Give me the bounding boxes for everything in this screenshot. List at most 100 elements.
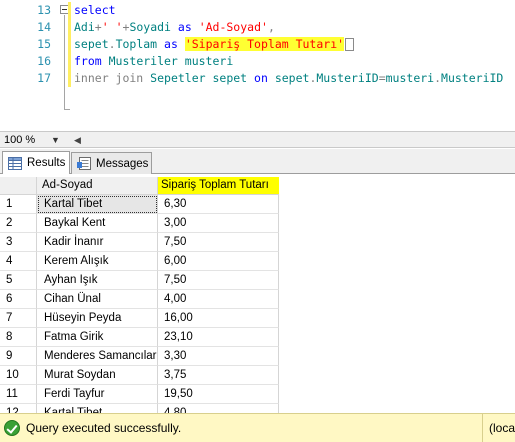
code-line[interactable]: sepet.Toplam as 'Sipariş Toplam Tutarı': [74, 36, 515, 53]
row-number-cell[interactable]: 5: [0, 271, 37, 290]
zoom-level[interactable]: 100 %: [4, 134, 35, 146]
ad-soyad-cell[interactable]: Menderes Samancılar: [37, 347, 158, 366]
table-row[interactable]: 5 Ayhan Işık 7,50: [0, 271, 279, 290]
siparis-toplam-cell[interactable]: 7,50: [158, 233, 279, 252]
code-token: as: [170, 20, 199, 34]
line-number: 17: [37, 71, 51, 85]
results-grid[interactable]: Ad-Soyad Sipariş Toplam Tutarı 1 Kartal T…: [0, 175, 515, 413]
code-token: MusteriID: [316, 71, 379, 85]
code-token: as: [157, 37, 185, 51]
siparis-toplam-cell[interactable]: 3,75: [158, 366, 279, 385]
row-number-cell[interactable]: 3: [0, 233, 37, 252]
ad-soyad-cell[interactable]: Kerem Alışık: [37, 252, 158, 271]
text-caret: [345, 38, 355, 51]
table-row[interactable]: 7 Hüseyin Peyda 16,00: [0, 309, 279, 328]
row-number-cell[interactable]: 11: [0, 385, 37, 404]
code-token: from: [74, 54, 109, 68]
row-number-cell[interactable]: 10: [0, 366, 37, 385]
tab-messages[interactable]: Messages: [71, 152, 152, 174]
siparis-toplam-cell[interactable]: 6,00: [158, 252, 279, 271]
row-number-cell[interactable]: 8: [0, 328, 37, 347]
siparis-toplam-cell[interactable]: 4,00: [158, 290, 279, 309]
code-token: ,: [267, 20, 275, 34]
grid-icon: [8, 156, 22, 170]
siparis-toplam-cell[interactable]: 19,50: [158, 385, 279, 404]
code-token: 'Ad-Soyad': [198, 20, 268, 34]
code-token: =: [378, 71, 386, 85]
results-tabbar: Results Messages: [0, 149, 515, 174]
siparis-toplam-cell[interactable]: 7,50: [158, 271, 279, 290]
ad-soyad-cell[interactable]: Cihan Ünal: [37, 290, 158, 309]
code-token: inner join: [74, 71, 151, 85]
code-token: +: [94, 20, 102, 34]
outline-guide-end: [64, 109, 70, 110]
row-number-cell[interactable]: 4: [0, 252, 37, 271]
code-token: Sepetler sepet: [150, 71, 255, 85]
line-number: 16: [37, 54, 51, 68]
table-row[interactable]: 11 Ferdi Tayfur 19,50: [0, 385, 279, 404]
table-row[interactable]: 3 Kadir İnanır 7,50: [0, 233, 279, 252]
code-token: 'Sipariş Toplam Tutarı': [184, 37, 345, 51]
status-bar: Query executed successfully. (loca: [0, 413, 515, 442]
ad-soyad-cell[interactable]: Ferdi Tayfur: [37, 385, 158, 404]
code-area[interactable]: select Adi+' '+Soyadi as 'Ad-Soyad', sepet…: [74, 2, 515, 87]
code-token: sepet: [274, 71, 310, 85]
ad-soyad-cell[interactable]: Kartal Tibet: [37, 404, 158, 413]
ad-soyad-cell[interactable]: Murat Soydan: [37, 366, 158, 385]
row-number-cell[interactable]: 9: [0, 347, 37, 366]
siparis-toplam-cell[interactable]: 4,80: [158, 404, 279, 413]
query-editor[interactable]: 13 14 15 16 17 select Adi+' '+Soyadi as 'Ad-S…: [0, 0, 515, 131]
code-line[interactable]: Adi+' '+Soyadi as 'Ad-Soyad',: [74, 19, 515, 36]
table-row[interactable]: 1 Kartal Tibet 6,30: [0, 195, 279, 214]
line-number: 14: [37, 20, 51, 34]
grid-header: Ad-Soyad Sipariş Toplam Tutarı: [0, 177, 279, 195]
siparis-toplam-cell[interactable]: 16,00: [158, 309, 279, 328]
table-row[interactable]: 12 Kartal Tibet 4,80: [0, 404, 279, 413]
table-row[interactable]: 10 Murat Soydan 3,75: [0, 366, 279, 385]
grid-corner-cell[interactable]: [0, 177, 37, 195]
table-row[interactable]: 2 Baykal Kent 3,00: [0, 214, 279, 233]
ad-soyad-cell[interactable]: Fatma Girik: [37, 328, 158, 347]
editor-gutter: 13 14 15 16 17: [0, 0, 58, 131]
siparis-toplam-cell[interactable]: 3,00: [158, 214, 279, 233]
editor-bottom-bar: 100 % ▼ ◀: [0, 131, 515, 148]
code-token: on: [254, 71, 275, 85]
ad-soyad-cell[interactable]: Ayhan Işık: [37, 271, 158, 290]
siparis-toplam-cell[interactable]: 3,30: [158, 347, 279, 366]
horizontal-scrollbar[interactable]: [88, 136, 498, 145]
ad-soyad-cell[interactable]: Kartal Tibet: [37, 195, 158, 214]
code-line[interactable]: inner join Sepetler sepet on sepet.Muste…: [74, 70, 515, 87]
column-header-ad-soyad[interactable]: Ad-Soyad: [37, 177, 158, 195]
row-number-cell[interactable]: 1: [0, 195, 37, 214]
siparis-toplam-cell[interactable]: 6,30: [158, 195, 279, 214]
code-token: MusteriID: [441, 71, 504, 85]
tab-results[interactable]: Results: [2, 151, 70, 174]
table-row[interactable]: 4 Kerem Alışık 6,00: [0, 252, 279, 271]
table-row[interactable]: 8 Fatma Girik 23,10: [0, 328, 279, 347]
code-token: Adi: [74, 20, 95, 34]
zoom-dropdown-icon[interactable]: ▼: [51, 135, 60, 145]
code-token: sepet: [74, 37, 109, 51]
row-number-cell[interactable]: 2: [0, 214, 37, 233]
code-line[interactable]: select: [74, 2, 515, 19]
outline-guide: [64, 15, 65, 110]
scroll-left-icon[interactable]: ◀: [74, 135, 81, 146]
row-number-cell[interactable]: 12: [0, 404, 37, 413]
messages-icon: [77, 157, 91, 170]
code-token: Toplam: [115, 37, 158, 51]
row-number-cell[interactable]: 7: [0, 309, 37, 328]
ad-soyad-cell[interactable]: Hüseyin Peyda: [37, 309, 158, 328]
table-row[interactable]: 6 Cihan Ünal 4,00: [0, 290, 279, 309]
code-token: musteri: [385, 71, 435, 85]
column-header-siparis-toplam-tutari[interactable]: Sipariş Toplam Tutarı: [158, 177, 279, 195]
code-token: Soyadi: [129, 20, 171, 34]
ad-soyad-cell[interactable]: Baykal Kent: [37, 214, 158, 233]
ad-soyad-cell[interactable]: Kadir İnanır: [37, 233, 158, 252]
row-number-cell[interactable]: 6: [0, 290, 37, 309]
code-token: select: [74, 3, 116, 17]
table-row[interactable]: 9 Menderes Samancılar 3,30: [0, 347, 279, 366]
line-number: 13: [37, 3, 51, 17]
code-line[interactable]: from Musteriler musteri: [74, 53, 515, 70]
tab-results-label: Results: [27, 157, 66, 169]
siparis-toplam-cell[interactable]: 23,10: [158, 328, 279, 347]
